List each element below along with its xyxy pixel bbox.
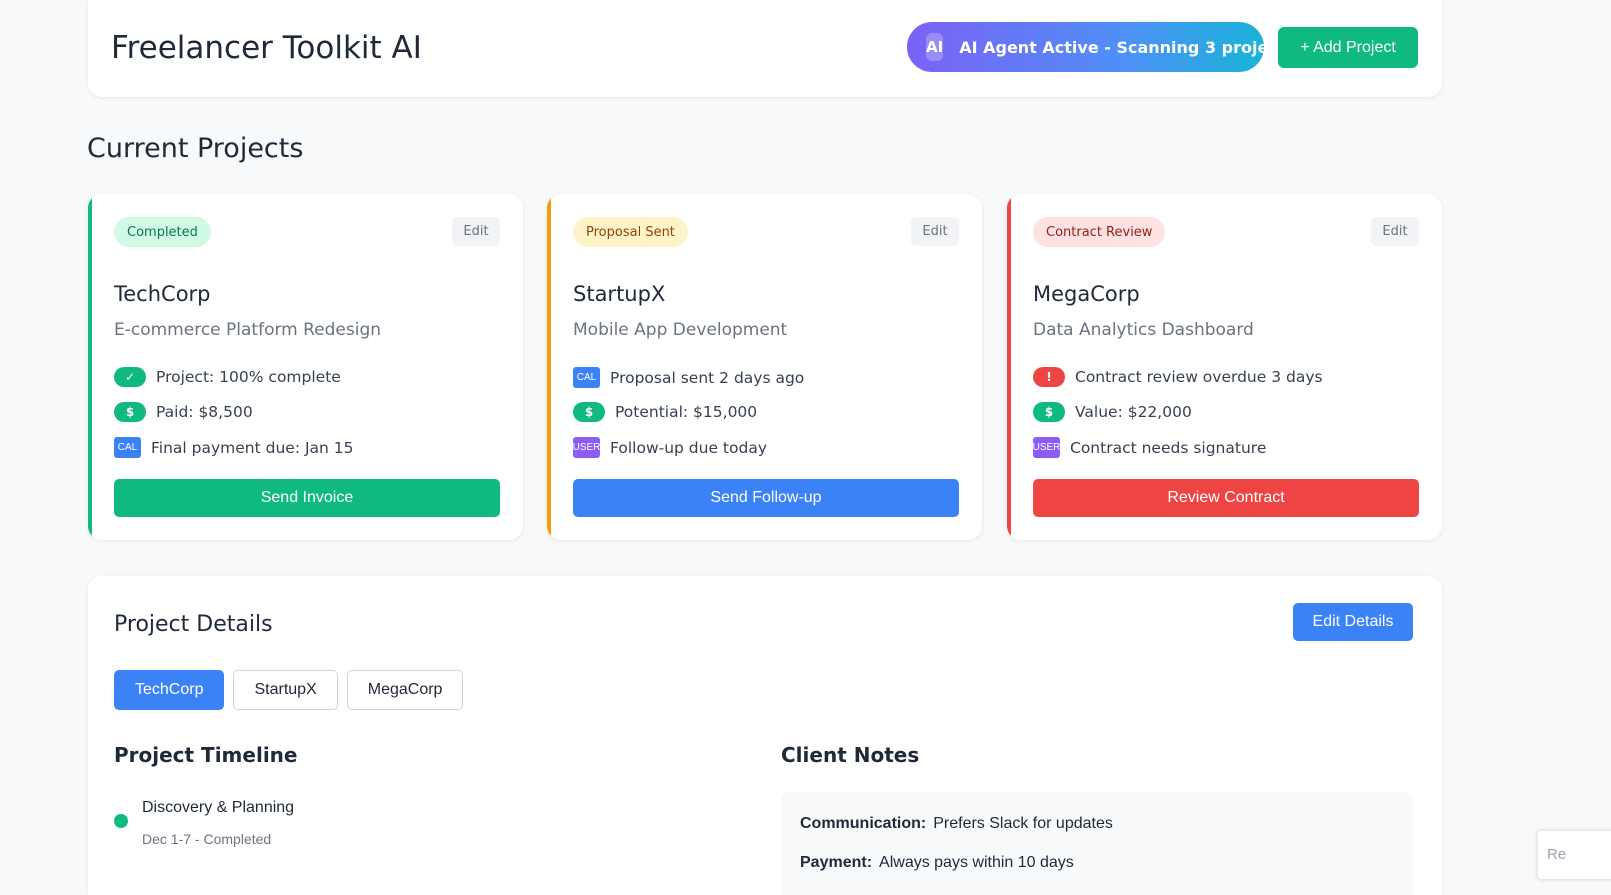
info-row: USER Contract needs signature	[1033, 437, 1266, 458]
project-name: Mobile App Development	[573, 320, 788, 340]
ai-agent-status-text: AI Agent Active - Scanning 3 projects	[959, 37, 1295, 57]
info-row-text: Paid: $8,500	[156, 403, 253, 421]
info-row: CAL Final payment due: Jan 15	[114, 437, 354, 458]
info-row: $ Paid: $8,500	[114, 402, 253, 422]
info-row: $ Value: $22,000	[1033, 402, 1192, 422]
info-row: ✓ Project: 100% complete	[114, 367, 341, 387]
alert-icon: !	[1033, 367, 1065, 387]
info-row: CAL Proposal sent 2 days ago	[573, 367, 804, 388]
timeline-item-date: Dec 1-7 - Completed	[142, 831, 272, 847]
dollar-icon: $	[1033, 402, 1065, 422]
edit-card-button[interactable]: Edit	[911, 217, 959, 246]
project-card-megacorp: Contract Review Edit MegaCorp Data Analytic…	[1007, 194, 1442, 540]
info-row-text: Contract needs signature	[1070, 438, 1267, 457]
card-action-button[interactable]: Send Follow-up	[573, 479, 959, 517]
timeline-title: Project Timeline	[114, 743, 298, 767]
top-bar: Freelancer Toolkit AI AI AI Agent Active…	[88, 0, 1442, 97]
corner-widget[interactable]: Re	[1537, 830, 1611, 880]
project-card-startupx: Proposal Sent Edit StartupX Mobile App Deve…	[547, 194, 982, 540]
status-badge: Proposal Sent	[573, 217, 688, 247]
edit-card-button[interactable]: Edit	[452, 217, 500, 246]
user-icon: USER	[573, 437, 600, 458]
tab-startupx[interactable]: StartupX	[233, 670, 338, 710]
add-project-button[interactable]: + Add Project	[1278, 27, 1418, 68]
client-notes-title: Client Notes	[781, 743, 920, 767]
card-action-button[interactable]: Review Contract	[1033, 479, 1419, 517]
card-action-button[interactable]: Send Invoice	[114, 479, 500, 517]
note-value: Prefers Slack for updates	[933, 815, 1113, 832]
calendar-icon: CAL	[573, 367, 600, 388]
note-label: Communication:	[800, 815, 927, 832]
tab-techcorp[interactable]: TechCorp	[114, 670, 225, 710]
section-title-current-projects: Current Projects	[87, 133, 304, 164]
user-icon: USER	[1033, 437, 1060, 458]
dollar-icon: $	[573, 402, 605, 422]
project-name: Data Analytics Dashboard	[1033, 320, 1254, 340]
info-row: ! Contract review overdue 3 days	[1033, 367, 1323, 387]
corner-widget-label: Re	[1547, 846, 1567, 863]
dollar-icon: $	[114, 402, 146, 422]
calendar-icon: CAL	[114, 437, 141, 458]
info-row-text: Follow-up due today	[610, 438, 767, 457]
app-title: Freelancer Toolkit AI	[111, 30, 422, 66]
timeline-item-label: Discovery & Planning	[142, 799, 295, 816]
client-name: StartupX	[573, 282, 666, 306]
client-tabs: TechCorp StartupX MegaCorp	[114, 670, 464, 710]
check-icon: ✓	[114, 367, 146, 387]
info-row-text: Proposal sent 2 days ago	[610, 368, 805, 387]
client-name: TechCorp	[114, 282, 211, 306]
edit-details-button[interactable]: Edit Details	[1293, 603, 1413, 641]
info-row-text: Value: $22,000	[1075, 403, 1192, 421]
ai-badge-icon: AI	[926, 33, 944, 61]
note-communication: Communication: Prefers Slack for updates	[800, 815, 1113, 833]
note-value: Always pays within 10 days	[879, 854, 1074, 871]
info-row-text: Project: 100% complete	[156, 368, 341, 386]
info-row-text: Potential: $15,000	[615, 403, 758, 421]
tab-megacorp[interactable]: MegaCorp	[346, 670, 464, 710]
details-title: Project Details	[114, 612, 273, 637]
status-badge: Contract Review	[1033, 217, 1166, 247]
status-badge: Completed	[114, 217, 211, 247]
project-card-techcorp: Completed Edit TechCorp E-commerce Platform…	[88, 194, 523, 540]
project-details-panel: Project Details Edit Details TechCorp St…	[88, 576, 1442, 895]
info-row: USER Follow-up due today	[573, 437, 767, 458]
note-payment: Payment: Always pays within 10 days	[800, 854, 1074, 872]
edit-card-button[interactable]: Edit	[1371, 217, 1419, 246]
info-row-text: Final payment due: Jan 15	[151, 438, 354, 457]
note-label: Payment:	[800, 854, 873, 871]
info-row: $ Potential: $15,000	[573, 402, 757, 422]
info-row-text: Contract review overdue 3 days	[1075, 368, 1323, 386]
client-name: MegaCorp	[1033, 282, 1140, 306]
ai-agent-status[interactable]: AI AI Agent Active - Scanning 3 projects	[907, 22, 1295, 72]
client-notes-box: Communication: Prefers Slack for updates …	[781, 792, 1413, 895]
project-name: E-commerce Platform Redesign	[114, 320, 382, 340]
timeline-dot-icon	[114, 814, 128, 828]
